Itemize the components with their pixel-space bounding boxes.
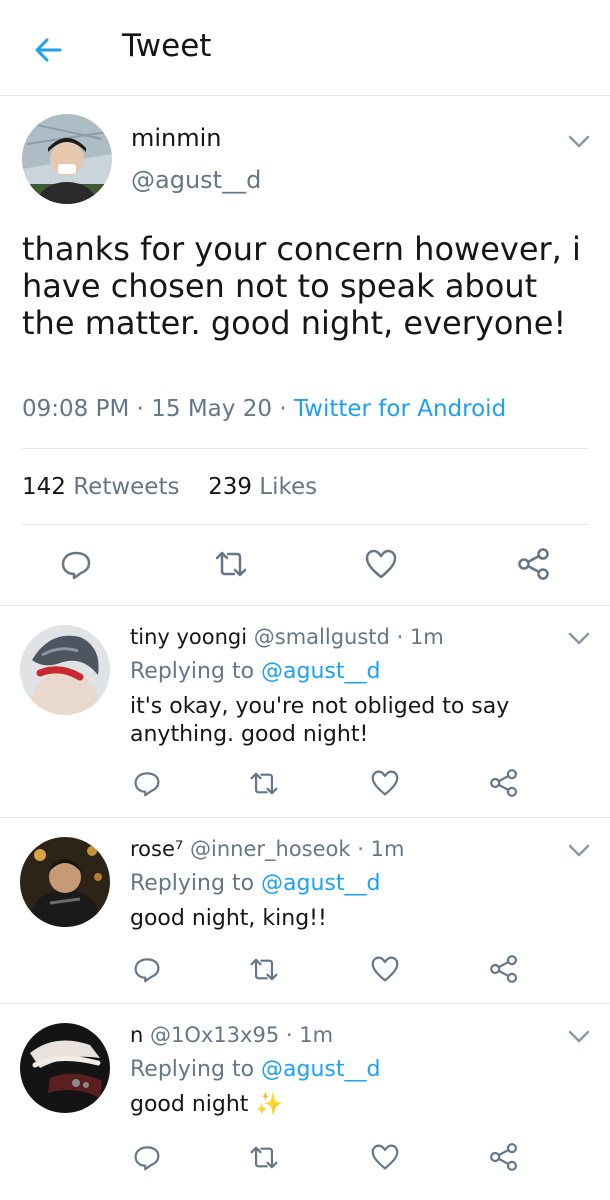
reply-tweet[interactable]: tiny yoongi @smallgustd · 1m Replying to… bbox=[0, 605, 610, 817]
chevron-down-icon[interactable] bbox=[568, 843, 590, 857]
replying-to: Replying to @agust__d bbox=[130, 871, 380, 896]
back-arrow-icon[interactable] bbox=[30, 32, 66, 68]
chevron-down-icon[interactable] bbox=[568, 631, 590, 645]
tweet-time: 09:08 PM bbox=[22, 396, 130, 422]
sparkles-emoji: ✨ bbox=[255, 1092, 283, 1117]
reply-header: tiny yoongi @smallgustd · 1m bbox=[130, 625, 444, 649]
like-icon[interactable] bbox=[365, 1137, 405, 1177]
replying-label: Replying to bbox=[130, 871, 255, 896]
divider bbox=[22, 524, 588, 525]
replying-label: Replying to bbox=[130, 1057, 255, 1082]
retweet-icon[interactable] bbox=[211, 544, 251, 584]
avatar[interactable] bbox=[20, 1023, 110, 1113]
reply-tweet[interactable]: rose⁷ @inner_hoseok · 1m Replying to @ag… bbox=[0, 817, 610, 1003]
retweet-icon[interactable] bbox=[244, 1137, 284, 1177]
tweet-date: 15 May 20 bbox=[151, 396, 272, 422]
meta-dot: · bbox=[285, 1023, 293, 1047]
tweet-text: thanks for your concern however, i have … bbox=[22, 230, 581, 342]
meta-dot: · bbox=[136, 396, 152, 422]
replying-to-link[interactable]: @agust__d bbox=[261, 871, 380, 896]
reply-author-name[interactable]: tiny yoongi bbox=[130, 625, 247, 649]
reply-author-handle[interactable]: @1Ox13x95 bbox=[150, 1023, 279, 1047]
like-label[interactable]: Likes bbox=[259, 474, 317, 500]
avatar[interactable] bbox=[20, 837, 110, 927]
reply-text: good night, king!! bbox=[130, 906, 327, 931]
reply-author-handle[interactable]: @inner_hoseok bbox=[190, 837, 351, 861]
reply-icon[interactable] bbox=[127, 1137, 167, 1177]
reply-icon[interactable] bbox=[56, 544, 96, 584]
reply-header: rose⁷ @inner_hoseok · 1m bbox=[130, 837, 404, 861]
retweet-label[interactable]: Retweets bbox=[73, 474, 179, 500]
reply-actions bbox=[0, 763, 610, 803]
author-handle[interactable]: @agust__d bbox=[131, 166, 261, 194]
reply-actions bbox=[0, 949, 610, 989]
reply-icon[interactable] bbox=[127, 949, 167, 989]
chevron-down-icon[interactable] bbox=[568, 1029, 590, 1043]
share-icon[interactable] bbox=[484, 763, 524, 803]
divider bbox=[22, 448, 588, 449]
reply-text-content: good night bbox=[130, 1092, 249, 1117]
replying-label: Replying to bbox=[130, 659, 255, 684]
retweet-icon[interactable] bbox=[244, 763, 284, 803]
replying-to: Replying to @agust__d bbox=[130, 659, 380, 684]
like-count[interactable]: 239 bbox=[208, 474, 252, 500]
replying-to-link[interactable]: @agust__d bbox=[261, 659, 380, 684]
share-icon[interactable] bbox=[514, 544, 554, 584]
reply-time: 1m bbox=[409, 625, 444, 649]
tweet-meta: 09:08 PM · 15 May 20 · Twitter for Andro… bbox=[22, 396, 506, 422]
reply-header: n @1Ox13x95 · 1m bbox=[130, 1023, 333, 1047]
share-icon[interactable] bbox=[484, 949, 524, 989]
reply-text: good night ✨ bbox=[130, 1091, 590, 1119]
avatar[interactable] bbox=[20, 625, 110, 715]
reply-text: it's okay, you're not obliged to say any… bbox=[130, 694, 510, 747]
reply-icon[interactable] bbox=[127, 763, 167, 803]
reply-author-handle[interactable]: @smallgustd bbox=[254, 625, 390, 649]
share-icon[interactable] bbox=[484, 1137, 524, 1177]
retweet-icon[interactable] bbox=[244, 949, 284, 989]
reply-author-name[interactable]: n bbox=[130, 1023, 143, 1047]
retweet-count[interactable]: 142 bbox=[22, 474, 66, 500]
author-name[interactable]: minmin bbox=[131, 124, 222, 152]
reply-actions bbox=[0, 1137, 610, 1177]
reply-time: 1m bbox=[299, 1023, 334, 1047]
chevron-down-icon[interactable] bbox=[568, 134, 590, 148]
top-bar: Tweet bbox=[0, 0, 610, 96]
meta-dot: · bbox=[279, 396, 294, 422]
reply-time: 1m bbox=[370, 837, 405, 861]
meta-dot: · bbox=[357, 837, 364, 861]
tweet-source-link[interactable]: Twitter for Android bbox=[294, 396, 506, 422]
like-icon[interactable] bbox=[365, 949, 405, 989]
reply-author-name[interactable]: rose⁷ bbox=[130, 837, 183, 861]
tweet-actions bbox=[0, 544, 610, 584]
meta-dot: · bbox=[396, 625, 404, 649]
avatar[interactable] bbox=[22, 114, 112, 204]
replying-to: Replying to @agust__d bbox=[130, 1057, 380, 1082]
tweet-stats: 142 Retweets 239 Likes bbox=[22, 474, 317, 500]
like-icon[interactable] bbox=[365, 763, 405, 803]
page-title: Tweet bbox=[122, 28, 212, 64]
replying-to-link[interactable]: @agust__d bbox=[261, 1057, 380, 1082]
like-icon[interactable] bbox=[361, 544, 401, 584]
reply-tweet[interactable]: n @1Ox13x95 · 1m Replying to @agust__d g… bbox=[0, 1003, 610, 1200]
